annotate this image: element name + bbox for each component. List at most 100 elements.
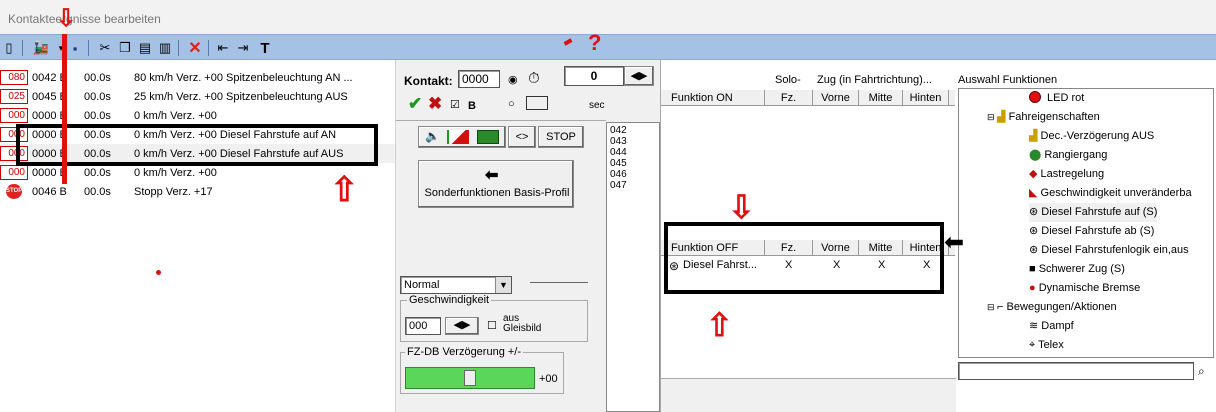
- stop-sign-icon: STOP: [6, 184, 22, 199]
- annotation-dot: [156, 270, 161, 275]
- annotation-arrow-icon: ⬅: [944, 229, 965, 256]
- locomotive-icon[interactable]: 🚂: [32, 39, 50, 57]
- speed-sign-icon: 000: [0, 165, 28, 180]
- contact-label: Kontakt:: [404, 74, 453, 88]
- tree-item[interactable]: ▟ Dec.-Verzögerung AUS: [1029, 127, 1154, 146]
- tree-item[interactable]: ⊛ Diesel Fahrstufe ab (S): [1029, 222, 1154, 241]
- steam-icon: ≋: [1029, 320, 1039, 332]
- counter-input[interactable]: 0: [564, 66, 624, 86]
- new-icon[interactable]: ▯: [0, 39, 18, 57]
- zug-label: Zug (in Fahrtrichtung)...: [817, 74, 932, 86]
- annotation-arrow-icon: ⇩: [728, 189, 755, 225]
- timer-icon: ⏱: [528, 70, 540, 87]
- event-list: 080 0042 B 00.0s 80 km/h Verz. +00 Spitz…: [0, 64, 395, 412]
- tree-item[interactable]: ⊟ ⌐ Bewegungen/Aktionen: [987, 298, 1117, 317]
- tree-item[interactable]: ⊛ Diesel Fahrstufe auf (S): [1029, 203, 1158, 222]
- tree-item[interactable]: ⬤ Rangiergang: [1029, 146, 1107, 165]
- arrow-left-icon: ⬅: [485, 167, 499, 184]
- tree-item[interactable]: ≋ Dampf: [1029, 317, 1074, 336]
- folder-stairs-icon: ▟: [997, 111, 1006, 123]
- remove-row-icon[interactable]: ⇥: [234, 39, 252, 57]
- brake-icon: ●: [1029, 282, 1036, 294]
- tree-item[interactable]: LED rot: [1029, 89, 1084, 108]
- speed-group: Geschwindigkeit 000 ◀▶ ☐ aus Gleisbild: [400, 294, 588, 342]
- mode-slider[interactable]: [530, 282, 588, 283]
- list-item[interactable]: 080 0042 B 00.0s 80 km/h Verz. +00 Spitz…: [0, 68, 395, 87]
- annotation-arrow-icon: ⇩: [56, 5, 77, 32]
- speed-sign-icon: 080: [0, 70, 28, 85]
- ruler-icon: [526, 96, 548, 110]
- tree-item[interactable]: ● Dynamische Bremse: [1029, 279, 1140, 298]
- window-title: Kontakteergnisse bearbeiten: [0, 0, 1216, 34]
- cut-icon[interactable]: ✂: [96, 39, 114, 57]
- stop-button[interactable]: STOP: [538, 126, 584, 148]
- b-checkbox[interactable]: ☑: [450, 98, 460, 111]
- toolbar: ▯ 🚂 ▾ ▪ ✂ ❐ ▤ ▥ ✕ ⇤ ⇥ T: [0, 34, 1216, 60]
- arrows-button[interactable]: <>: [508, 126, 536, 148]
- cancel-icon[interactable]: ✖: [428, 94, 442, 114]
- fzdb-value: +00: [539, 373, 558, 385]
- telex-icon: ⌖: [1029, 339, 1036, 351]
- paste-special-icon[interactable]: ▥: [156, 39, 174, 57]
- tree-view[interactable]: LED rot ⊟ ▟ Fahreigenschaften ▟ Dec.-Ver…: [958, 88, 1214, 358]
- insert-row-icon[interactable]: ⇤: [214, 39, 232, 57]
- tree-header: Auswahl Funktionen: [958, 74, 1058, 86]
- fzdb-slider[interactable]: [405, 367, 535, 389]
- stairs-icon: ▟: [1029, 130, 1038, 142]
- red-dot-icon: [1029, 91, 1041, 103]
- delete-icon[interactable]: ✕: [186, 39, 204, 57]
- confirm-icon[interactable]: ✔: [408, 94, 422, 114]
- radio-contact[interactable]: ◉: [508, 73, 518, 86]
- tree-item[interactable]: ■ Schwerer Zug (S): [1029, 260, 1125, 279]
- sonder-button[interactable]: ⬅ Sonderfunktionen Basis-Profil: [418, 160, 574, 208]
- list-item[interactable]: 046: [610, 169, 627, 180]
- list-item[interactable]: 044: [610, 147, 627, 158]
- speed-icon: ◣: [1029, 187, 1038, 199]
- load-icon: ◆: [1029, 168, 1038, 180]
- board-icon: [477, 130, 499, 144]
- binoculars-icon[interactable]: ⌕: [1198, 364, 1205, 379]
- speed-sign-icon: 000: [0, 108, 28, 123]
- speed-stepper[interactable]: ◀▶: [445, 317, 479, 335]
- annotation-line: [62, 34, 67, 184]
- highlight-box: [664, 222, 944, 294]
- diesel-down-icon: ⊛: [1029, 225, 1039, 237]
- text-tool-icon[interactable]: T: [256, 39, 274, 57]
- counter-stepper[interactable]: ◀▶: [624, 66, 654, 86]
- sound-icon: 🔈: [425, 129, 440, 143]
- save-icon[interactable]: ▪: [66, 39, 84, 57]
- heavy-train-icon: ■: [1029, 263, 1036, 275]
- fzdb-group: FZ-DB Verzögerung +/- +00: [400, 346, 564, 394]
- shunting-icon: ⬤: [1029, 149, 1042, 161]
- chevron-down-icon[interactable]: ▼: [495, 277, 511, 293]
- radio-time[interactable]: ○: [508, 98, 515, 110]
- speed-input[interactable]: 000: [405, 317, 441, 335]
- highlight-box: [16, 124, 378, 166]
- tree-search-input[interactable]: [958, 362, 1194, 380]
- slider-thumb[interactable]: [464, 370, 476, 386]
- copy-icon[interactable]: ❐: [116, 39, 134, 57]
- tree-item[interactable]: ⊟ ▟ Fahreigenschaften: [987, 108, 1100, 127]
- speed-ramp-icon: [447, 130, 469, 144]
- paste-icon[interactable]: ▤: [136, 39, 154, 57]
- tree-item[interactable]: ◆ Lastregelung: [1029, 165, 1104, 184]
- list-item[interactable]: 043: [610, 136, 627, 147]
- tree-item[interactable]: ⌖ Telex: [1029, 336, 1064, 355]
- number-list[interactable]: 042 043 044 045 046 047: [606, 122, 660, 412]
- contact-panel: Kontakt: 0000 ◉ ⏱ 0 ◀▶ ✔ ✖ ☑ B ○ sec 🔈 <…: [395, 60, 660, 412]
- diesel-logic-icon: ⊛: [1029, 244, 1039, 256]
- list-item[interactable]: 000 0000 B 00.0s 0 km/h Verz. +00: [0, 106, 395, 125]
- mode-select[interactable]: Normal ▼: [400, 276, 512, 294]
- list-item[interactable]: 025 0045 B 00.0s 25 km/h Verz. +00 Spitz…: [0, 87, 395, 106]
- table-on-header: Funktion ON Fz. Vorne Mitte Hinten: [661, 90, 955, 106]
- annotation-arrow-icon: ⇧: [706, 307, 733, 343]
- action-buttons[interactable]: 🔈: [418, 126, 506, 148]
- list-item[interactable]: 047: [610, 180, 627, 191]
- aus-checkbox[interactable]: ☐: [487, 319, 497, 332]
- contact-input[interactable]: 0000: [458, 70, 500, 88]
- tree-item[interactable]: ⊛ Diesel Fahrstufenlogik ein,aus: [1029, 241, 1189, 260]
- list-item[interactable]: 045: [610, 158, 627, 169]
- list-item[interactable]: 042: [610, 125, 627, 136]
- tree-item[interactable]: ◣ Geschwindigkeit unveränderba: [1029, 184, 1192, 203]
- folder-actions-icon: ⌐: [997, 301, 1004, 313]
